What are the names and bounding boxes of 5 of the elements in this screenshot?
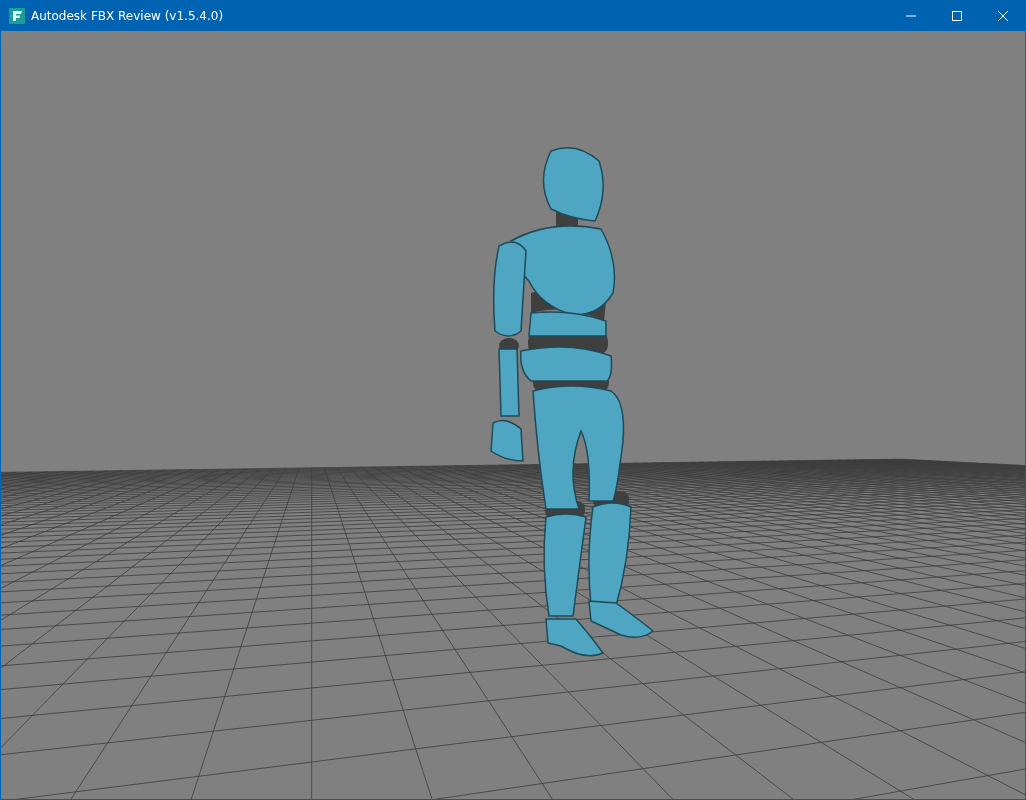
close-icon: [998, 10, 1008, 21]
window-title: Autodesk FBX Review (v1.5.4.0): [31, 8, 224, 23]
maximize-icon: [952, 10, 962, 21]
app-icon: [9, 7, 25, 24]
3d-viewport[interactable]: [0, 31, 1026, 800]
